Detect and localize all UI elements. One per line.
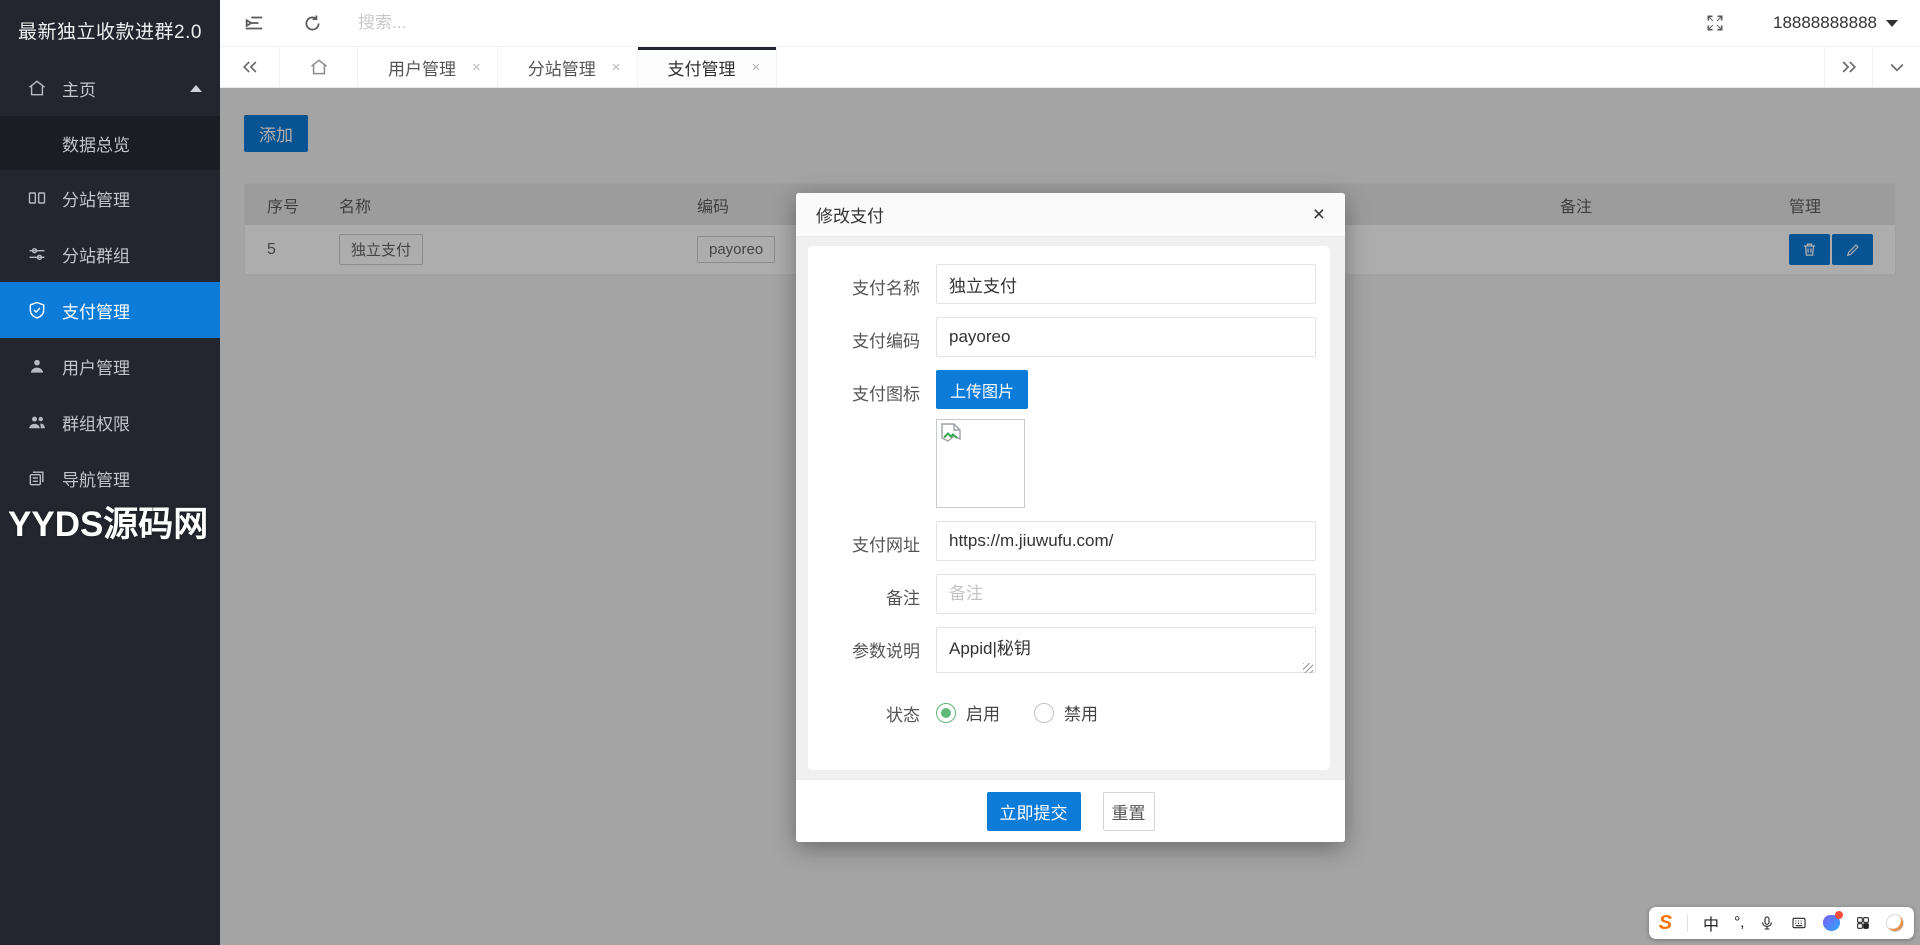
- sidebar-item-label: 分站管理: [62, 186, 130, 211]
- tabs-menu-icon[interactable]: [1872, 47, 1920, 87]
- sidebar-item-home[interactable]: 主页: [0, 60, 220, 116]
- sidebar-item-label: 导航管理: [62, 466, 130, 491]
- sidebar-item-label: 支付管理: [62, 298, 130, 323]
- payment-code-input[interactable]: [936, 317, 1316, 357]
- radio-label: 启用: [966, 700, 1000, 725]
- columns-icon: [26, 187, 48, 209]
- ai-assistant-icon[interactable]: [1823, 915, 1840, 931]
- users-icon: [26, 411, 48, 433]
- payment-name-input[interactable]: [936, 264, 1316, 304]
- tab-label: 支付管理: [668, 55, 736, 80]
- modal-header: 修改支付 ×: [796, 193, 1345, 237]
- tabbar-spacer: [777, 47, 1824, 87]
- close-icon[interactable]: ×: [1313, 204, 1325, 225]
- tab-home[interactable]: [280, 47, 358, 87]
- field-label-note: 备注: [808, 574, 920, 614]
- app-title: 最新独立收款进群2.0: [0, 0, 220, 60]
- tab-subsite-mgmt[interactable]: 分站管理 ×: [498, 47, 638, 87]
- refresh-icon[interactable]: [300, 11, 324, 35]
- divider: [1687, 914, 1688, 932]
- sidebar-item-subsite-mgmt[interactable]: 分站管理: [0, 170, 220, 226]
- sidebar-item-data-overview[interactable]: 数据总览: [0, 116, 220, 170]
- sidebar-item-label: 数据总览: [62, 131, 130, 156]
- note-input[interactable]: [936, 574, 1316, 614]
- search-input[interactable]: [358, 13, 578, 33]
- sogou-logo-icon[interactable]: S: [1659, 912, 1672, 935]
- broken-image-icon: [940, 423, 962, 447]
- collapse-sidebar-icon[interactable]: [242, 11, 266, 35]
- sidebar-item-label: 用户管理: [62, 354, 130, 379]
- sidebar-item-group-permissions[interactable]: 群组权限: [0, 394, 220, 450]
- microphone-icon[interactable]: [1759, 914, 1775, 932]
- user-icon: [26, 355, 48, 377]
- radio-ring: [936, 703, 956, 723]
- close-icon[interactable]: ×: [472, 59, 481, 76]
- tab-label: 用户管理: [388, 55, 456, 80]
- navigation-icon: [26, 467, 48, 489]
- sidebar-item-payment-mgmt[interactable]: 支付管理: [0, 282, 220, 338]
- fullscreen-icon[interactable]: [1703, 11, 1727, 35]
- tab-label: 分站管理: [528, 55, 596, 80]
- close-icon[interactable]: ×: [612, 59, 621, 76]
- field-label-name: 支付名称: [808, 264, 920, 304]
- field-label-code: 支付编码: [808, 317, 920, 357]
- tabs-scroll-left-icon[interactable]: [220, 47, 280, 87]
- field-label-params: 参数说明: [808, 627, 920, 678]
- payment-url-input[interactable]: [936, 521, 1316, 561]
- payment-form: 支付名称 支付编码 支付图标 上传图片: [808, 246, 1330, 770]
- edit-payment-modal: 修改支付 × 支付名称 支付编码 支付图标 上传图片: [796, 193, 1345, 842]
- reset-button[interactable]: 重置: [1103, 792, 1155, 831]
- punctuation-icon[interactable]: °‚: [1734, 914, 1744, 932]
- topbar: 18888888888: [220, 0, 1920, 47]
- field-label-url: 支付网址: [808, 521, 920, 561]
- sidebar-item-label: 分站群组: [62, 242, 130, 267]
- close-icon[interactable]: ×: [752, 59, 761, 76]
- modal-body: 支付名称 支付编码 支付图标 上传图片: [796, 237, 1345, 779]
- toolbox-grid-icon[interactable]: [1855, 915, 1871, 931]
- field-label-status: 状态: [808, 691, 920, 726]
- sidebar-item-label: 主页: [62, 76, 96, 101]
- sidebar-item-user-mgmt[interactable]: 用户管理: [0, 338, 220, 394]
- field-label-icon: 支付图标: [808, 370, 920, 508]
- sidebar-item-subsite-groups[interactable]: 分站群组: [0, 226, 220, 282]
- tab-payment-mgmt[interactable]: 支付管理 ×: [638, 47, 778, 87]
- home-icon: [26, 77, 48, 99]
- radio-enabled[interactable]: 启用: [936, 700, 1000, 725]
- topbar-right: 18888888888: [1703, 11, 1898, 35]
- radio-disabled[interactable]: 禁用: [1034, 700, 1098, 725]
- submit-button[interactable]: 立即提交: [987, 792, 1081, 831]
- sidebar-item-label: 群组权限: [62, 410, 130, 435]
- params-textarea[interactable]: Appid|秘钥: [936, 627, 1316, 673]
- tabbar: 用户管理 × 分站管理 × 支付管理 ×: [220, 47, 1920, 88]
- radio-label: 禁用: [1064, 700, 1098, 725]
- modal-footer: 立即提交 重置: [796, 779, 1345, 842]
- chevron-down-icon: [1886, 20, 1898, 27]
- tab-user-mgmt[interactable]: 用户管理 ×: [358, 47, 498, 87]
- payment-icon-preview: [936, 419, 1025, 508]
- radio-ring: [1034, 703, 1054, 723]
- watermark-text: YYDS源码网: [8, 496, 208, 547]
- chinese-mode-icon[interactable]: 中: [1703, 911, 1719, 935]
- upload-image-button[interactable]: 上传图片: [936, 370, 1028, 409]
- user-menu[interactable]: 18888888888: [1773, 13, 1898, 33]
- emoji-icon[interactable]: [1886, 914, 1904, 932]
- caret-up-icon: [190, 85, 202, 92]
- tabs-scroll-right-icon[interactable]: [1824, 47, 1872, 87]
- sliders-icon: [26, 243, 48, 265]
- user-phone: 18888888888: [1773, 13, 1877, 33]
- ime-toolbar: S 中 °‚: [1649, 907, 1914, 939]
- soft-keyboard-icon[interactable]: [1790, 915, 1808, 931]
- home-icon: [309, 57, 329, 77]
- shield-check-icon: [26, 299, 48, 321]
- modal-title: 修改支付: [816, 202, 884, 227]
- sidebar: 最新独立收款进群2.0 主页 数据总览 分站管理 分站群组 支付管理 用户管理: [0, 0, 220, 945]
